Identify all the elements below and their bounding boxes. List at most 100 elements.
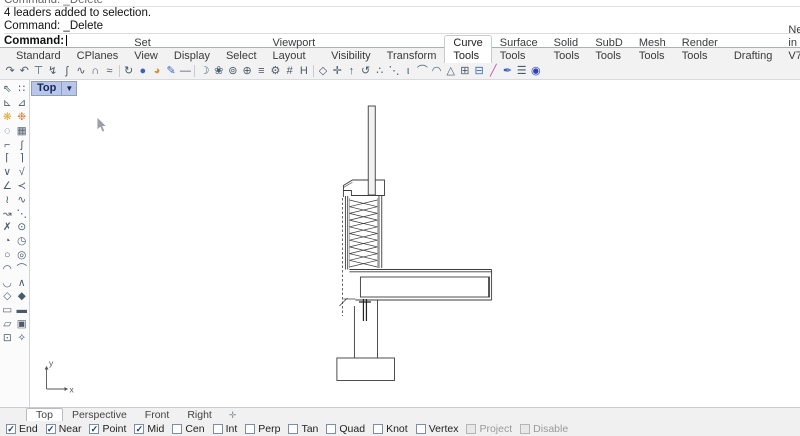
sidebar-tool-icon[interactable]: ▱ [3,318,11,331]
tab-set-view[interactable]: Set View [126,36,166,63]
checkbox-int[interactable] [213,424,223,434]
viewport-top[interactable]: Top ▼ [30,80,800,407]
checkbox-quad[interactable] [326,424,336,434]
sidebar-tool-icon[interactable]: ≀ [5,194,9,207]
sidebar-tool-icon[interactable]: ❉ [17,111,26,124]
viewport-title-dropdown[interactable]: Top ▼ [31,81,77,96]
toolbar-icon[interactable]: ◕ [150,63,164,79]
sidebar-tool-icon[interactable]: ◡ [3,277,12,290]
sidebar-tool-icon[interactable]: ✧ [17,332,26,345]
sidebar-tool-icon[interactable]: ◔ [4,235,10,248]
sidebar-tool-icon[interactable]: ▭ [2,304,12,317]
sidebar-tool-icon[interactable]: ◷ [17,235,26,248]
tab-new-in-v7[interactable]: New in V7 [780,23,800,63]
sidebar-tool-icon[interactable]: ∠ [3,180,12,193]
osnap-perp[interactable]: Perp [245,423,280,435]
toolbar-icon[interactable]: ╱ [486,63,500,79]
toolbar-icon[interactable]: ⊟ [472,63,486,79]
checkbox-tan[interactable] [288,424,298,434]
sidebar-tool-icon[interactable]: ▬ [17,304,28,317]
toolbar-icon[interactable]: ι [401,63,415,79]
sidebar-tool-icon[interactable]: ◎ [17,249,26,262]
toolbar-icon[interactable]: ⊕ [240,63,254,79]
tab-select[interactable]: Select [218,49,265,63]
toolbar-icon[interactable]: ↻ [122,63,136,79]
toolbar-icon[interactable]: ↯ [46,63,60,79]
sidebar-tool-icon[interactable]: ◠ [3,263,12,276]
tab-surface-tools[interactable]: Surface Tools [492,36,546,63]
checkbox-mid[interactable]: ✓ [134,424,144,434]
tab-drafting[interactable]: Drafting [726,49,781,63]
toolbar-icon[interactable]: ☰ [515,63,529,79]
sidebar-tool-icon[interactable]: ∧ [18,277,26,290]
tab-display[interactable]: Display [166,49,218,63]
viewport-tab-perspective[interactable]: Perspective [63,409,136,421]
checkbox-point[interactable]: ✓ [89,424,99,434]
tab-mesh-tools[interactable]: Mesh Tools [631,36,674,63]
viewport-tab-top[interactable]: Top [26,408,63,421]
toolbar-icon[interactable]: ↑ [344,63,358,79]
sidebar-tool-icon[interactable]: ⊙ [17,221,26,234]
toolbar-icon[interactable]: H [297,63,311,79]
toolbar-icon[interactable]: ↶ [17,63,31,79]
checkbox-perp[interactable] [245,424,255,434]
new-viewport-icon[interactable]: ✛ [229,409,237,421]
sidebar-tool-icon[interactable]: ∨ [3,166,11,179]
toolbar-icon[interactable]: ↷ [3,63,17,79]
sidebar-tool-icon[interactable]: ʃ [21,139,23,152]
sidebar-tool-icon[interactable]: ◆ [18,290,26,303]
sidebar-tool-icon[interactable]: ❋ [3,111,12,124]
toolbar-icon[interactable]: ☽ [197,63,211,79]
toolbar-icon[interactable]: ≡ [254,63,268,79]
toolbar-icon[interactable]: ⊚ [226,63,240,79]
tab-render-tools[interactable]: Render Tools [674,36,726,63]
checkbox-cen[interactable] [172,424,182,434]
toolbar-icon[interactable]: ⋱ [387,63,401,79]
toolbar-icon[interactable]: ❀ [212,63,226,79]
toolbar-icon[interactable]: ◠ [429,63,443,79]
sidebar-tool-icon[interactable]: ⌒ [17,263,28,276]
sidebar-tool-icon[interactable]: ⇖ [3,83,12,96]
sidebar-tool-icon[interactable]: ⋱ [17,208,28,221]
sidebar-tool-icon[interactable]: ∿ [17,194,26,207]
sidebar-tool-icon[interactable]: ↝ [3,208,12,221]
toolbar-icon[interactable]: # [283,63,297,79]
tab-cplanes[interactable]: CPlanes [69,49,127,63]
checkbox-end[interactable]: ✓ [6,424,16,434]
checkbox-near[interactable]: ✓ [46,424,56,434]
sidebar-tool-icon[interactable]: ◌ [4,125,10,138]
sidebar-tool-icon[interactable]: ▣ [17,318,27,331]
osnap-tan[interactable]: Tan [288,423,318,435]
sidebar-tool-icon[interactable]: ⌐ [4,139,10,152]
chevron-down-icon[interactable]: ▼ [61,82,76,95]
sidebar-tool-icon[interactable]: ⌉ [20,152,24,165]
sidebar-tool-icon[interactable]: ⊡ [3,332,12,345]
toolbar-icon[interactable]: — [178,63,192,79]
toolbar-icon[interactable]: ⊞ [458,63,472,79]
sidebar-tool-icon[interactable]: ⊾ [3,97,12,110]
tab-subd-tools[interactable]: SubD Tools [587,36,631,63]
osnap-point[interactable]: ✓Point [89,423,126,435]
sidebar-tool-icon[interactable]: ∷ [18,83,25,96]
sidebar-tool-icon[interactable]: ⊿ [17,97,26,110]
toolbar-icon[interactable]: ⚙ [268,63,282,79]
sidebar-tool-icon[interactable]: ≺ [17,180,26,193]
osnap-mid[interactable]: ✓Mid [134,423,164,435]
tab-visibility[interactable]: Visibility [323,49,379,63]
toolbar-icon[interactable]: ↺ [359,63,373,79]
sidebar-tool-icon[interactable]: ◇ [3,290,11,303]
toolbar-icon[interactable]: ∩ [88,63,102,79]
sidebar-tool-icon[interactable]: ⌈ [5,152,9,165]
sidebar-tool-icon[interactable]: ✗ [3,221,12,234]
toolbar-icon[interactable]: ⊤ [31,63,45,79]
sidebar-tool-icon[interactable]: ▦ [17,125,27,138]
viewport-tab-right[interactable]: Right [178,409,221,421]
tab-viewport-layout[interactable]: Viewport Layout [265,36,324,63]
tab-solid-tools[interactable]: Solid Tools [546,36,588,63]
osnap-cen[interactable]: Cen [172,423,204,435]
sidebar-tool-icon[interactable]: √ [19,166,25,179]
osnap-quad[interactable]: Quad [326,423,365,435]
toolbar-icon[interactable]: ∿ [74,63,88,79]
tab-standard[interactable]: Standard [8,49,69,63]
tab-curve-tools[interactable]: Curve Tools [444,35,491,63]
